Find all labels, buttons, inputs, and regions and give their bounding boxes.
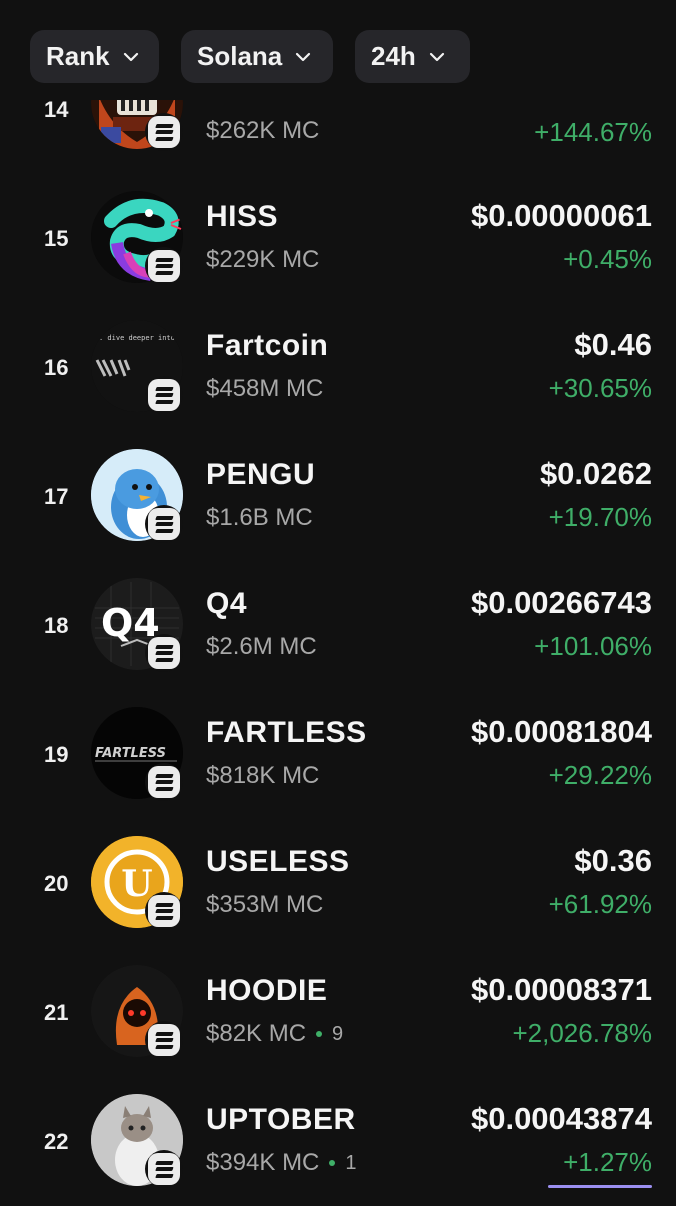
market-cap-value: $1.6B MC (206, 504, 313, 531)
market-cap: $229K MC (206, 246, 319, 274)
solana-icon (145, 634, 183, 672)
solana-icon (145, 763, 183, 801)
rank-number: 20 (44, 871, 69, 896)
solana-icon (145, 113, 183, 151)
token-name: USELESS (206, 845, 350, 878)
price-change: +29.22% (548, 760, 652, 790)
token-row-21[interactable]: 21 HOODIE $82K MC 9 $0.00008371 +2,026.7… (0, 948, 676, 1077)
holder-count: 1 (345, 1151, 357, 1174)
rank-number: 17 (44, 484, 69, 509)
filter-bar: Rank Solana 24h (0, 0, 676, 100)
token-avatar-wrap: Q4 (91, 578, 183, 672)
token-avatar-wrap (91, 191, 183, 285)
token-avatar-wrap: U (91, 836, 183, 930)
avatar-text: FARTLESS (95, 746, 166, 761)
chevron-down-icon (296, 52, 311, 61)
rank-number: 16 (44, 355, 69, 380)
solana-icon (145, 376, 183, 414)
token-row-16[interactable]: 16 . dive deeper into this Fartcoin $458… (0, 303, 676, 432)
filter-label: Rank (46, 41, 110, 71)
rank-number: 22 (44, 1129, 69, 1154)
token-row-18[interactable]: 18 Q4 Q4 $2.6M MC $0.00266743 +101.06% (0, 561, 676, 690)
status-dot (329, 1160, 336, 1166)
token-name: HISS (206, 200, 279, 233)
token-avatar-wrap: FARTLESS (91, 707, 183, 801)
market-cap: $353M MC (206, 891, 323, 919)
solana-icon (145, 247, 183, 285)
price-change: +19.70% (548, 502, 652, 532)
token-row-20[interactable]: 20 U USELESS $353M MC $0.36 +61.92% (0, 819, 676, 948)
market-cap-value: $229K MC (206, 246, 320, 273)
holder-count: 9 (332, 1022, 344, 1045)
avatar-caption: . dive deeper into this (99, 334, 183, 342)
rank-number: 21 (44, 1000, 69, 1025)
market-cap: $2.6M MC (206, 633, 317, 661)
token-row-17[interactable]: 17 PENGU $1.6B MC $0.0262 +19.70% (0, 432, 676, 561)
market-cap: $818K MC (206, 762, 319, 790)
market-cap: $394K MC 1 (206, 1149, 357, 1177)
solana-icon (145, 1150, 183, 1188)
token-name: Fartcoin (206, 329, 329, 362)
token-name: FARTLESS (206, 716, 367, 749)
token-avatar-wrap: . dive deeper into this (91, 320, 183, 414)
rank-number: 18 (44, 613, 69, 638)
market-cap-value: $262K MC (206, 117, 320, 144)
market-cap-value: $458M MC (206, 375, 324, 402)
token-name: Q4 (206, 587, 248, 620)
price-change: +0.45% (563, 244, 652, 274)
token-avatar-wrap (91, 1094, 183, 1188)
token-price: $0.00008371 (470, 972, 652, 1007)
price-change: +101.06% (534, 631, 652, 661)
timeframe-filter-button[interactable]: 24h (355, 30, 470, 83)
market-cap: $458M MC (206, 375, 323, 403)
price-change: +1.27% (563, 1147, 652, 1177)
market-cap: $82K MC 9 (206, 1020, 343, 1048)
token-price: $0.00081804 (470, 714, 652, 749)
token-name: HOODIE (206, 974, 328, 1007)
token-row-19[interactable]: 19 FARTLESS FARTLESS $818K MC $0.0008180… (0, 690, 676, 819)
token-price: $0.0262 (539, 456, 652, 491)
market-cap-value: $353M MC (206, 891, 324, 918)
token-price: $0.00043874 (470, 1101, 652, 1136)
price-change: +30.65% (548, 373, 652, 403)
chevron-down-icon (429, 52, 444, 61)
rank-filter-button[interactable]: Rank (30, 30, 159, 83)
token-price: $0.46 (574, 327, 652, 362)
token-name: PENGU (206, 458, 316, 491)
market-cap: $1.6B MC (206, 504, 313, 532)
selection-underline (548, 1185, 652, 1188)
market-cap-value: $82K MC (206, 1020, 307, 1047)
token-price: $0.00000061 (470, 198, 652, 233)
rank-number: 14 (44, 97, 69, 122)
market-cap-value: $394K MC (206, 1149, 320, 1176)
market-cap-value: $818K MC (206, 762, 320, 789)
chevron-down-icon (123, 52, 138, 61)
token-avatar-wrap (91, 449, 183, 543)
status-dot (316, 1031, 323, 1037)
filter-label: 24h (371, 41, 416, 71)
token-row-15[interactable]: 15 HISS $229K MC $0.00000061 +0.45% (0, 174, 676, 303)
market-cap-value: $2.6M MC (206, 633, 317, 660)
price-change: +61.92% (548, 889, 652, 919)
solana-icon (145, 1021, 183, 1059)
token-name: UPTOBER (206, 1103, 356, 1136)
market-cap: $262K MC (206, 117, 319, 145)
rank-number: 19 (44, 742, 69, 767)
chain-filter-button[interactable]: Solana (181, 30, 333, 83)
token-price: $0.00266743 (470, 585, 652, 620)
solana-icon (145, 505, 183, 543)
token-price: $0.36 (574, 843, 652, 878)
token-avatar-wrap (91, 965, 183, 1059)
filter-label: Solana (197, 41, 283, 71)
price-change: +144.67% (534, 117, 652, 147)
solana-icon (145, 892, 183, 930)
price-change: +2,026.78% (512, 1018, 652, 1048)
rank-number: 15 (44, 226, 69, 251)
